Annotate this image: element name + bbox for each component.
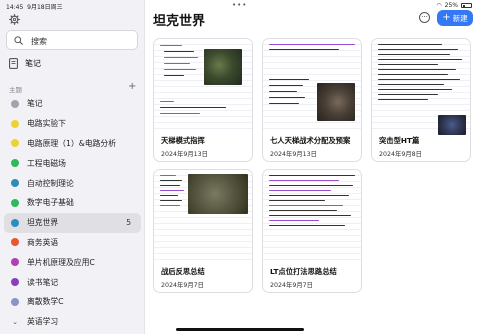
topic-color-dot <box>11 297 19 306</box>
note-card[interactable]: 七人天梯战术分配及预案 2024年9月13日 <box>262 38 362 162</box>
sidebar-item-label: 英语学习 <box>27 317 59 327</box>
topic-count: 5 <box>126 218 131 228</box>
sidebar-item-topic[interactable]: 自动控制理论 <box>0 173 145 193</box>
status-time: 14:45 9月18日周三 <box>6 2 63 11</box>
note-date: 2024年9月13日 <box>270 151 317 158</box>
note-date: 2024年9月7日 <box>161 282 204 289</box>
sidebar-item-topic[interactable]: 电路实验下 <box>0 114 145 134</box>
sidebar-item-topic[interactable]: 读书笔记 <box>0 272 145 292</box>
note-card[interactable]: LT点位打法思路总结 2024年9月7日 <box>262 169 362 293</box>
minimap-image <box>204 49 242 85</box>
topic-list: 笔记 电路实验下 电路原理（1）&电路分析 工程电磁场 自动控制理论 数字电子基… <box>0 94 145 332</box>
search-input[interactable]: 搜索 <box>6 30 138 50</box>
topic-color-dot <box>11 99 19 108</box>
note-thumbnail <box>154 39 252 129</box>
sidebar-item-label: 电路实验下 <box>27 119 66 129</box>
app: 搜索 笔记 主题 + 笔记 电路实验下 电路原理（1）&电路分析 工程电磁场 自… <box>0 0 480 334</box>
minimap-image <box>438 115 466 135</box>
sidebar-item-label: 离散数学C <box>27 297 64 307</box>
main-content: 坦克世界 ··· + 新建 天梯模式指挥 2024年9月13日 七人天梯战术分配… <box>145 0 480 334</box>
sidebar-item-topic[interactable]: 单片机原理及应用C <box>0 252 145 272</box>
sidebar-item-label: 电路原理（1）&电路分析 <box>27 138 117 148</box>
note-title: 战后反思总结 <box>161 267 205 276</box>
topic-color-dot <box>11 139 19 148</box>
page-title: 坦克世界 <box>153 14 206 29</box>
topic-color-dot <box>11 238 19 247</box>
note-thumbnail <box>154 170 252 260</box>
note-date: 2024年9月8日 <box>379 151 422 158</box>
note-title: 突击型HT篇 <box>379 136 420 145</box>
topic-color-dot <box>11 278 19 287</box>
topic-color-dot <box>11 218 19 227</box>
sidebar-item-topic[interactable]: 电路原理（1）&电路分析 <box>0 134 145 154</box>
sidebar-item-label: 读书笔记 <box>27 277 59 287</box>
note-title: 七人天梯战术分配及预案 <box>270 136 351 145</box>
note-thumbnail <box>263 170 361 260</box>
sidebar-item-label: 自动控制理论 <box>27 178 74 188</box>
gear-icon[interactable] <box>9 14 20 25</box>
note-card[interactable]: 战后反思总结 2024年9月7日 <box>153 169 253 293</box>
note-card[interactable]: 突击型HT篇 2024年9月8日 <box>371 38 471 162</box>
sidebar-item-label: 数字电子基础 <box>27 198 74 208</box>
sidebar-item-label: 商务英语 <box>27 237 59 247</box>
search-icon <box>14 36 23 45</box>
time-text: 14:45 <box>6 4 24 11</box>
date-text: 9月18日周三 <box>27 4 63 11</box>
sidebar-item-topic-group[interactable]: ⌄ 英语学习 <box>0 312 145 332</box>
new-note-label: 新建 <box>452 13 468 23</box>
topic-color-dot <box>11 258 19 267</box>
sidebar-item-notes[interactable]: 笔记 <box>9 56 41 70</box>
sidebar: 搜索 笔记 主题 + 笔记 电路实验下 电路原理（1）&电路分析 工程电磁场 自… <box>0 0 145 334</box>
add-topic-icon[interactable]: + <box>128 81 136 92</box>
section-header: 主题 <box>9 86 22 94</box>
sidebar-item-topic[interactable]: 工程电磁场 <box>0 153 145 173</box>
home-indicator[interactable] <box>176 328 304 331</box>
minimap-image <box>317 83 355 121</box>
chevron-down-icon[interactable]: ⌄ <box>11 318 19 326</box>
topic-color-dot <box>11 198 19 207</box>
note-title: 天梯模式指挥 <box>161 136 205 145</box>
new-note-button[interactable]: + 新建 <box>437 10 473 26</box>
plus-icon: + <box>442 12 451 23</box>
sidebar-item-label: 笔记 <box>27 99 43 109</box>
note-card[interactable]: 天梯模式指挥 2024年9月13日 <box>153 38 253 162</box>
search-placeholder: 搜索 <box>31 37 47 46</box>
sidebar-item-topic[interactable]: 数字电子基础 <box>0 193 145 213</box>
sidebar-item-label: 笔记 <box>25 58 41 68</box>
notebook-icon <box>9 57 18 69</box>
note-date: 2024年9月7日 <box>270 282 313 289</box>
note-thumbnail <box>263 39 361 129</box>
sidebar-item-topic-selected[interactable]: 坦克世界 5 <box>4 212 141 233</box>
note-title: LT点位打法思路总结 <box>270 267 337 276</box>
topic-color-dot <box>11 159 19 168</box>
sidebar-item-topic[interactable]: 离散数学C <box>0 292 145 312</box>
note-thumbnail <box>372 39 470 135</box>
minimap-image <box>188 174 248 214</box>
sidebar-item-label: 单片机原理及应用C <box>27 257 95 267</box>
topic-color-dot <box>11 179 19 188</box>
note-date: 2024年9月13日 <box>161 151 208 158</box>
sidebar-item-topic[interactable]: 商务英语 <box>0 233 145 253</box>
sidebar-item-label: 坦克世界 <box>27 218 59 228</box>
more-options-icon[interactable]: ··· <box>419 12 430 23</box>
sidebar-item-label: 工程电磁场 <box>27 158 66 168</box>
topic-color-dot <box>11 119 19 128</box>
sidebar-item-topic[interactable]: 笔记 <box>0 94 145 114</box>
